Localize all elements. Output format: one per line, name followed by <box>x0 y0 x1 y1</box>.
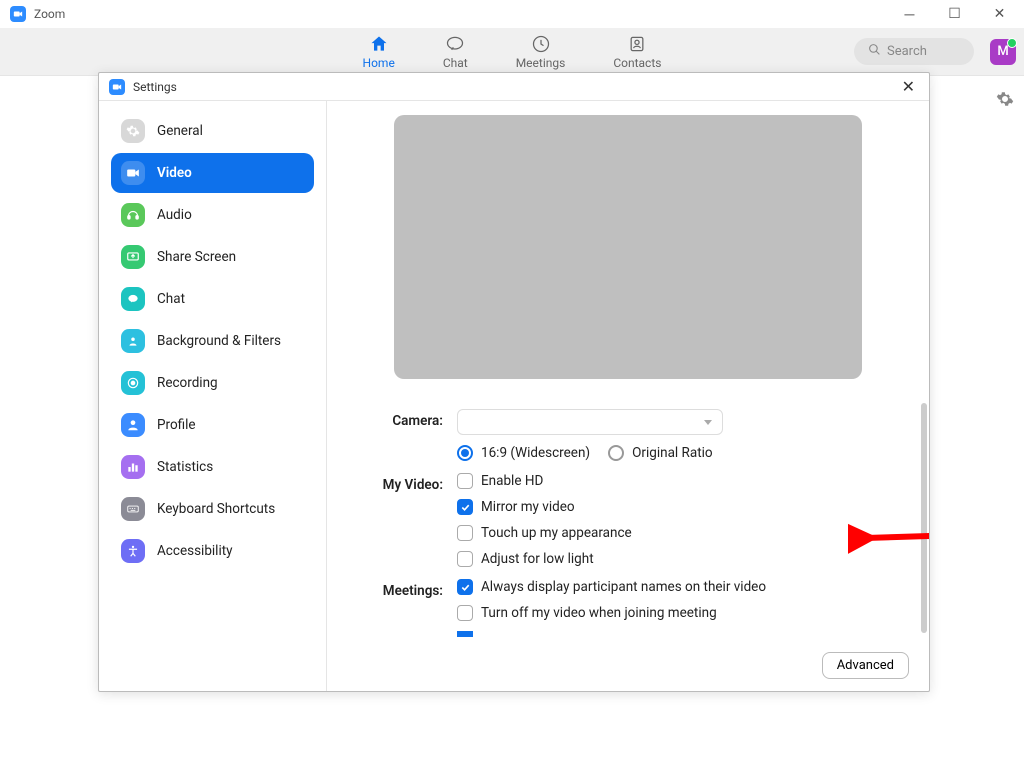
nav-chat[interactable]: Chat <box>443 34 468 70</box>
search-icon <box>868 43 881 60</box>
enable-hd-label: Enable HD <box>481 473 543 489</box>
background-icon <box>121 329 145 353</box>
checkbox-icon <box>457 605 473 621</box>
sidebar-item-recording[interactable]: Recording <box>111 363 314 403</box>
search-input[interactable]: Search <box>854 38 974 65</box>
sidebar-item-label: Keyboard Shortcuts <box>157 501 275 517</box>
touch-up-label: Touch up my appearance <box>481 525 632 541</box>
scrollbar[interactable] <box>921 403 927 633</box>
aspect-16-9-label: 16:9 (Widescreen) <box>481 445 590 461</box>
sidebar-item-label: Chat <box>157 291 185 307</box>
sidebar-item-video[interactable]: Video <box>111 153 314 193</box>
turn-off-video-label: Turn off my video when joining meeting <box>481 605 717 621</box>
sidebar-item-statistics[interactable]: Statistics <box>111 447 314 487</box>
close-icon[interactable]: ✕ <box>898 77 919 96</box>
enable-hd-checkbox[interactable]: Enable HD <box>457 473 909 489</box>
mirror-video-label: Mirror my video <box>481 499 575 515</box>
maximize-button[interactable]: ☐ <box>932 0 977 28</box>
display-names-checkbox[interactable]: Always display participant names on thei… <box>457 579 909 595</box>
cutoff-checkbox[interactable] <box>457 631 909 637</box>
low-light-checkbox[interactable]: Adjust for low light <box>457 551 909 567</box>
sidebar-item-chat[interactable]: Chat <box>111 279 314 319</box>
sidebar-item-label: Accessibility <box>157 543 233 559</box>
keyboard-icon <box>121 497 145 521</box>
general-icon <box>121 119 145 143</box>
nav-contacts-label: Contacts <box>613 56 661 70</box>
mirror-video-checkbox[interactable]: Mirror my video <box>457 499 909 515</box>
radio-icon <box>608 445 624 461</box>
settings-header: Settings ✕ <box>99 73 929 101</box>
settings-dialog: Settings ✕ General Video Audio Share Scr… <box>98 72 930 692</box>
aspect-16-9-radio[interactable]: 16:9 (Widescreen) <box>457 445 590 461</box>
nav-contacts[interactable]: Contacts <box>613 34 661 70</box>
checkbox-icon <box>457 499 473 515</box>
sidebar-item-label: Audio <box>157 207 192 223</box>
sidebar-item-share-screen[interactable]: Share Screen <box>111 237 314 277</box>
avatar[interactable]: M <box>990 39 1016 65</box>
sidebar-item-background[interactable]: Background & Filters <box>111 321 314 361</box>
nav-home[interactable]: Home <box>363 34 395 70</box>
nav-meetings-label: Meetings <box>516 56 566 70</box>
close-window-button[interactable]: ✕ <box>977 0 1022 28</box>
profile-icon <box>121 413 145 437</box>
display-names-label: Always display participant names on thei… <box>481 579 766 595</box>
checkbox-icon <box>457 473 473 489</box>
camera-select[interactable] <box>457 409 723 435</box>
sidebar-item-label: General <box>157 123 203 139</box>
sidebar-item-label: Profile <box>157 417 196 433</box>
app-title: Zoom <box>34 7 65 21</box>
home-icon <box>369 34 389 54</box>
my-video-label: My Video: <box>347 473 457 567</box>
meetings-label: Meetings: <box>347 579 457 637</box>
settings-app-icon <box>109 79 125 95</box>
nav-chat-label: Chat <box>443 56 468 70</box>
chat-settings-icon <box>121 287 145 311</box>
radio-icon <box>457 445 473 461</box>
nav-meetings[interactable]: Meetings <box>516 34 566 70</box>
camera-label: Camera: <box>347 409 457 461</box>
window-controls: ─ ☐ ✕ <box>887 0 1022 28</box>
minimize-button[interactable]: ─ <box>887 0 932 28</box>
accessibility-icon <box>121 539 145 563</box>
app-icon <box>10 6 26 22</box>
sidebar-item-label: Statistics <box>157 459 213 475</box>
clock-icon <box>531 34 551 54</box>
advanced-button[interactable]: Advanced <box>822 652 909 679</box>
aspect-original-radio[interactable]: Original Ratio <box>608 445 713 461</box>
titlebar: Zoom ─ ☐ ✕ <box>0 0 1024 28</box>
sidebar-item-label: Share Screen <box>157 249 236 265</box>
sidebar-item-general[interactable]: General <box>111 111 314 151</box>
sidebar-item-profile[interactable]: Profile <box>111 405 314 445</box>
aspect-original-label: Original Ratio <box>632 445 713 461</box>
sidebar-item-label: Video <box>157 165 192 181</box>
checkbox-icon <box>457 551 473 567</box>
video-icon <box>121 161 145 185</box>
turn-off-video-checkbox[interactable]: Turn off my video when joining meeting <box>457 605 909 621</box>
sidebar-item-keyboard[interactable]: Keyboard Shortcuts <box>111 489 314 529</box>
sidebar-item-accessibility[interactable]: Accessibility <box>111 531 314 571</box>
statistics-icon <box>121 455 145 479</box>
checkbox-icon <box>457 525 473 541</box>
sidebar-item-label: Recording <box>157 375 218 391</box>
settings-content: Camera: 16:9 (Widescreen) Original Ratio <box>327 101 929 691</box>
recording-icon <box>121 371 145 395</box>
checkbox-icon <box>457 579 473 595</box>
share-screen-icon <box>121 245 145 269</box>
sidebar-item-audio[interactable]: Audio <box>111 195 314 235</box>
touch-up-checkbox[interactable]: Touch up my appearance <box>457 525 909 541</box>
checkbox-icon <box>457 631 473 637</box>
gear-icon[interactable] <box>996 90 1014 112</box>
video-preview <box>394 115 862 379</box>
search-placeholder: Search <box>887 44 927 59</box>
low-light-label: Adjust for low light <box>481 551 594 567</box>
settings-title: Settings <box>133 80 177 94</box>
settings-sidebar: General Video Audio Share Screen Chat Ba… <box>99 101 327 691</box>
chat-icon <box>445 34 465 54</box>
nav-home-label: Home <box>363 56 395 70</box>
main-nav: Home Chat Meetings Contacts Search M <box>0 28 1024 76</box>
audio-icon <box>121 203 145 227</box>
sidebar-item-label: Background & Filters <box>157 333 281 349</box>
contacts-icon <box>627 34 647 54</box>
